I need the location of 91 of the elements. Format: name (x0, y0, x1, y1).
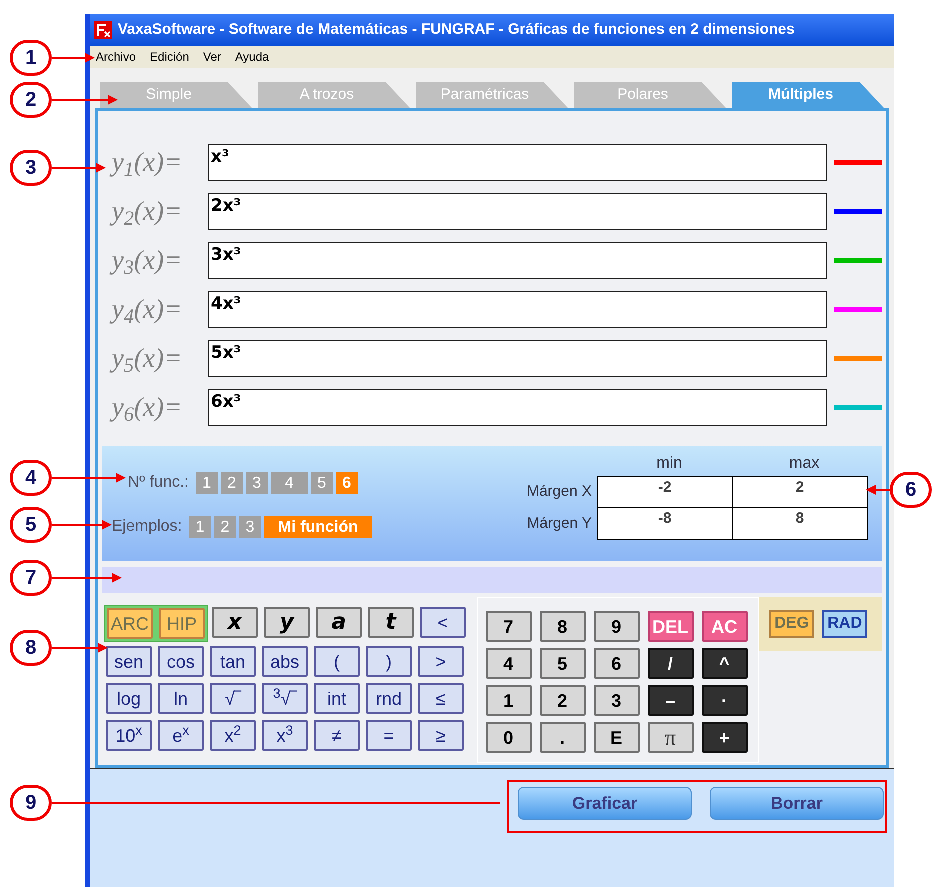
calculator-key[interactable]: rnd (366, 683, 412, 714)
calculator-key[interactable]: < (420, 607, 466, 638)
menu-item[interactable]: Ver (203, 48, 222, 66)
calculator-key[interactable]: > (418, 646, 464, 677)
menu-item[interactable]: Ayuda (235, 48, 270, 66)
option-label: Nº func.: (128, 473, 189, 493)
margin-field[interactable]: 8 (733, 508, 868, 540)
callout-number: 3 (10, 150, 52, 186)
calculator-key[interactable]: ( (314, 646, 360, 677)
callout-number: 4 (10, 460, 52, 496)
calculator-key[interactable]: / (648, 648, 694, 679)
option-label: Ejemplos: (112, 517, 182, 537)
margin-label: Márgen Y (526, 514, 593, 534)
calculator-key[interactable]: E (594, 722, 640, 753)
calculator-key[interactable]: ^ (702, 648, 748, 679)
calculator-key[interactable]: e$^{x}$ (158, 720, 204, 751)
calculator-key[interactable]: · (702, 685, 748, 716)
callout-number: 6 (890, 472, 932, 508)
calculator-key[interactable]: – (648, 685, 694, 716)
column-header: min (656, 454, 684, 474)
angle-button[interactable]: RAD (822, 610, 868, 638)
callout-arrow (866, 485, 890, 495)
calculator-key[interactable]: x$^{3}$ (262, 720, 308, 751)
calculator-key[interactable]: t (368, 607, 414, 638)
calculator-key[interactable]: x (212, 607, 258, 638)
calculator-key[interactable]: 7 (486, 611, 532, 642)
function-field[interactable]: 2x³ (208, 193, 827, 230)
calculator-key[interactable]: 9 (594, 611, 640, 642)
margin-label: Márgen X (526, 482, 593, 502)
calculator-key[interactable]: y (264, 607, 310, 638)
callout-arrow (52, 520, 112, 530)
callout-arrow (52, 643, 108, 653)
calculator-key[interactable]: ln (158, 683, 204, 714)
function-field[interactable]: 6x³ (208, 389, 827, 426)
function-label: y$_{6}$(x)= (112, 387, 208, 428)
calculator-key[interactable]: cos (158, 646, 204, 677)
calculator-key[interactable]: 3 (594, 685, 640, 716)
calculator-key[interactable]: tan (210, 646, 256, 677)
calculator-key[interactable]: a (316, 607, 362, 638)
calculator-key[interactable]: 1 (486, 685, 532, 716)
callout-arrow (52, 53, 95, 63)
action-button[interactable]: Borrar (710, 787, 884, 820)
calculator-key[interactable]: 10$^{x}$ (106, 720, 152, 751)
callout-arrow (52, 163, 106, 173)
function-field[interactable]: 5x³ (208, 340, 827, 377)
calculator-key[interactable]: ≥ (418, 720, 464, 751)
calculator-key[interactable]: int (314, 683, 360, 714)
margin-field[interactable]: -8 (597, 508, 733, 540)
window-title: VaxaSoftware - Software de Matemáticas - FUNGRAF - Gráficas de funciones en 2 dimensiones (118, 20, 795, 40)
calculator-key[interactable]: 4 (486, 648, 532, 679)
calculator-key[interactable]: $^{3}$√‾ (262, 683, 308, 714)
calculator-key[interactable]: 2 (540, 685, 586, 716)
margin-field[interactable]: -2 (597, 476, 733, 508)
calculator-key[interactable]: sen (106, 646, 152, 677)
calculator-key[interactable]: 8 (540, 611, 586, 642)
calculator-key[interactable]: ≠ (314, 720, 360, 751)
calculator-key[interactable]: π (648, 722, 694, 753)
calculator-key[interactable]: log (106, 683, 152, 714)
calculator-key[interactable]: 5 (540, 648, 586, 679)
calculator-key[interactable]: ) (366, 646, 412, 677)
calculator-key[interactable]: √‾ (210, 683, 256, 714)
function-field[interactable]: 3x³ (208, 242, 827, 279)
margin-field[interactable]: 2 (733, 476, 868, 508)
function-label: y$_{3}$(x)= (112, 240, 208, 281)
callout-number: 7 (10, 560, 52, 596)
callout-number: 5 (10, 507, 52, 543)
menu-item[interactable]: Archivo (96, 48, 136, 66)
calculator-key[interactable]: 0 (486, 722, 532, 753)
menu-item[interactable]: Edición (150, 48, 190, 66)
calculator-key[interactable]: = (366, 720, 412, 751)
app-logo-icon (94, 21, 112, 39)
function-field[interactable]: 4x³ (208, 291, 827, 328)
calculator-key[interactable]: abs (262, 646, 308, 677)
calculator-key[interactable]: + (702, 722, 748, 753)
calculator-key[interactable]: x$^{2}$ (210, 720, 256, 751)
action-button[interactable]: Graficar (518, 787, 692, 820)
callout-arrow (52, 573, 122, 583)
function-label: y$_{2}$(x)= (112, 191, 208, 232)
callout-number: 9 (10, 785, 52, 821)
callout-number: 8 (10, 630, 52, 666)
calculator-key[interactable]: 6 (594, 648, 640, 679)
calculator-key[interactable]: ≤ (418, 683, 464, 714)
callout-number: 2 (10, 82, 52, 118)
callout-number: 1 (10, 40, 52, 76)
function-label: y$_{4}$(x)= (112, 289, 208, 330)
column-header: max (788, 454, 821, 474)
function-label: y$_{1}$(x)= (112, 142, 208, 183)
callout-arrow (52, 95, 118, 105)
function-label: y$_{5}$(x)= (112, 338, 208, 379)
function-field[interactable]: x³ (208, 144, 827, 181)
calculator-key[interactable]: . (540, 722, 586, 753)
